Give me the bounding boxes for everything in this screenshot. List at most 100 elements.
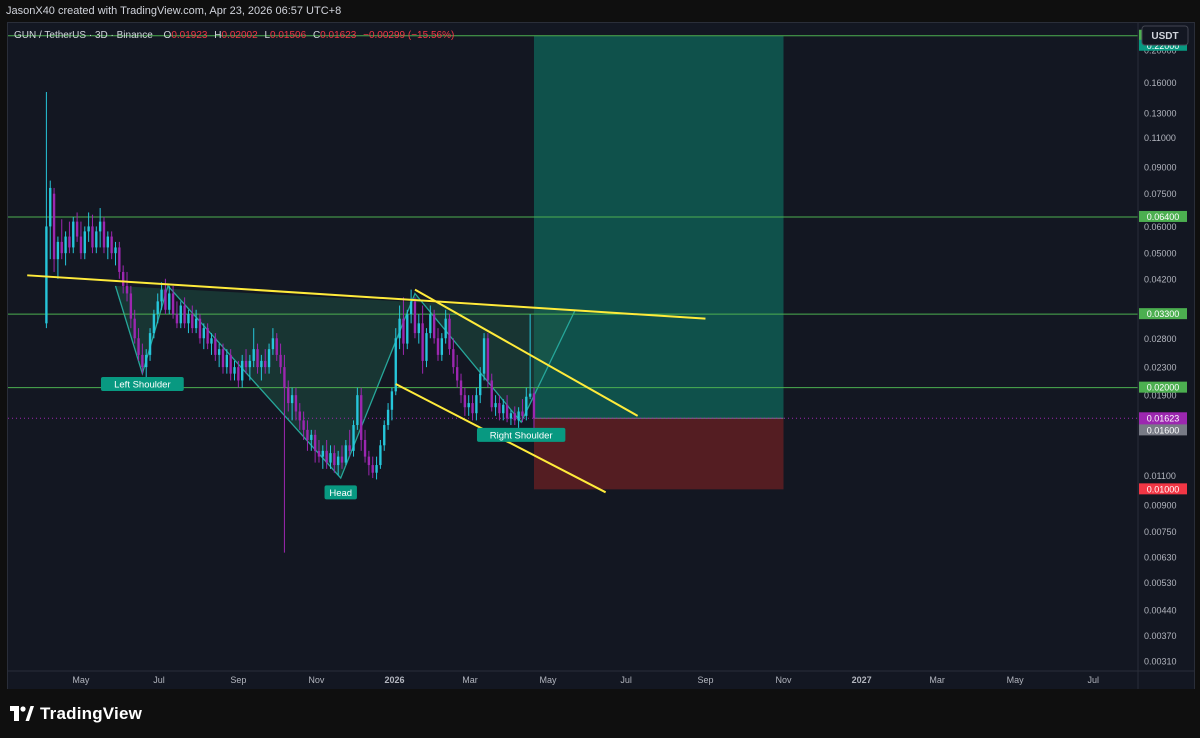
candle[interactable] (52, 193, 56, 260)
candle[interactable] (133, 318, 136, 339)
candle[interactable] (287, 387, 290, 404)
candle[interactable] (306, 429, 309, 440)
candle[interactable] (79, 236, 83, 254)
candle[interactable] (421, 323, 424, 361)
price-badge[interactable]: 0.03300 (1139, 308, 1187, 320)
candle[interactable] (344, 445, 348, 463)
candle[interactable] (206, 328, 209, 344)
candle[interactable] (502, 404, 505, 414)
profit-zone[interactable] (533, 35, 784, 419)
candle[interactable] (175, 314, 179, 324)
pattern-label[interactable]: Left Shoulder (100, 377, 184, 392)
candle[interactable] (194, 318, 198, 329)
candle[interactable] (528, 393, 532, 397)
candle[interactable] (398, 318, 401, 339)
candle[interactable] (313, 434, 317, 451)
candle[interactable] (417, 323, 420, 334)
candle[interactable] (148, 333, 152, 355)
candle[interactable] (95, 231, 98, 248)
candle[interactable] (367, 456, 371, 466)
candle[interactable] (521, 411, 524, 416)
candle[interactable] (425, 333, 428, 361)
candle[interactable] (333, 453, 336, 466)
candle[interactable] (290, 395, 294, 404)
candle[interactable] (152, 314, 156, 334)
candle[interactable] (371, 465, 374, 473)
candle[interactable] (221, 349, 225, 368)
currency-badge[interactable]: USDT (1141, 25, 1189, 46)
candle[interactable] (479, 373, 482, 396)
candle[interactable] (72, 221, 75, 248)
candle[interactable] (56, 241, 60, 260)
candle[interactable] (164, 289, 167, 310)
candle[interactable] (356, 395, 359, 426)
candle[interactable] (329, 453, 332, 463)
candle[interactable] (317, 450, 321, 457)
candle[interactable] (409, 301, 413, 315)
candle[interactable] (444, 318, 447, 339)
candle[interactable] (137, 338, 140, 355)
candle[interactable] (256, 349, 259, 368)
candle[interactable] (525, 396, 528, 416)
candle[interactable] (310, 434, 313, 440)
candle[interactable] (202, 328, 205, 339)
candle[interactable] (386, 409, 390, 426)
candle[interactable] (498, 403, 501, 414)
candle[interactable] (336, 456, 340, 466)
candle[interactable] (467, 403, 470, 408)
candle[interactable] (363, 439, 367, 457)
candle[interactable] (459, 380, 463, 396)
candle[interactable] (513, 413, 516, 421)
candle[interactable] (145, 354, 148, 368)
candle[interactable] (233, 367, 236, 374)
candle[interactable] (379, 445, 382, 466)
candle[interactable] (475, 395, 478, 414)
candle[interactable] (375, 465, 378, 473)
pattern-label[interactable]: Right Shoulder (476, 427, 566, 442)
candle[interactable] (179, 305, 182, 324)
candle[interactable] (348, 445, 351, 451)
candle[interactable] (325, 450, 328, 463)
candle[interactable] (429, 314, 432, 334)
candle[interactable] (440, 338, 444, 355)
candle[interactable] (91, 226, 94, 248)
candle[interactable] (198, 318, 202, 339)
price-badge[interactable]: 0.01600 (1139, 424, 1187, 436)
candle[interactable] (248, 360, 252, 368)
price-badge[interactable]: 0.02000 (1139, 381, 1187, 393)
candle[interactable] (482, 338, 486, 374)
candle[interactable] (68, 236, 71, 248)
candle[interactable] (402, 318, 405, 344)
candle[interactable] (283, 367, 286, 388)
candle[interactable] (45, 226, 48, 324)
candle[interactable] (110, 236, 113, 254)
candle[interactable] (471, 403, 474, 414)
candle[interactable] (383, 425, 386, 446)
candle[interactable] (225, 354, 229, 368)
candle[interactable] (452, 349, 455, 368)
symbol-name[interactable]: GUN / TetherUS · 3D · Binance (14, 30, 153, 41)
candle[interactable] (340, 456, 344, 463)
candle[interactable] (321, 450, 325, 457)
candle[interactable] (60, 241, 63, 254)
candle[interactable] (448, 318, 451, 350)
candle[interactable] (141, 354, 144, 368)
candle[interactable] (532, 393, 536, 419)
candle[interactable] (260, 360, 263, 368)
candle[interactable] (275, 338, 278, 355)
candle[interactable] (302, 420, 305, 430)
candle[interactable] (252, 349, 255, 361)
price-chart[interactable]: Left ShoulderHeadRight Shoulder 0.200000… (8, 23, 1194, 689)
candle[interactable] (229, 354, 232, 374)
candle[interactable] (294, 395, 298, 412)
candle[interactable] (494, 403, 497, 408)
candle[interactable] (156, 301, 159, 315)
candle[interactable] (87, 226, 90, 232)
candle[interactable] (264, 360, 267, 368)
candle[interactable] (463, 395, 467, 408)
candle[interactable] (98, 221, 102, 232)
candle[interactable] (517, 411, 520, 421)
pattern-label[interactable]: Head (324, 485, 357, 500)
candle[interactable] (118, 247, 121, 272)
candle[interactable] (49, 187, 52, 227)
